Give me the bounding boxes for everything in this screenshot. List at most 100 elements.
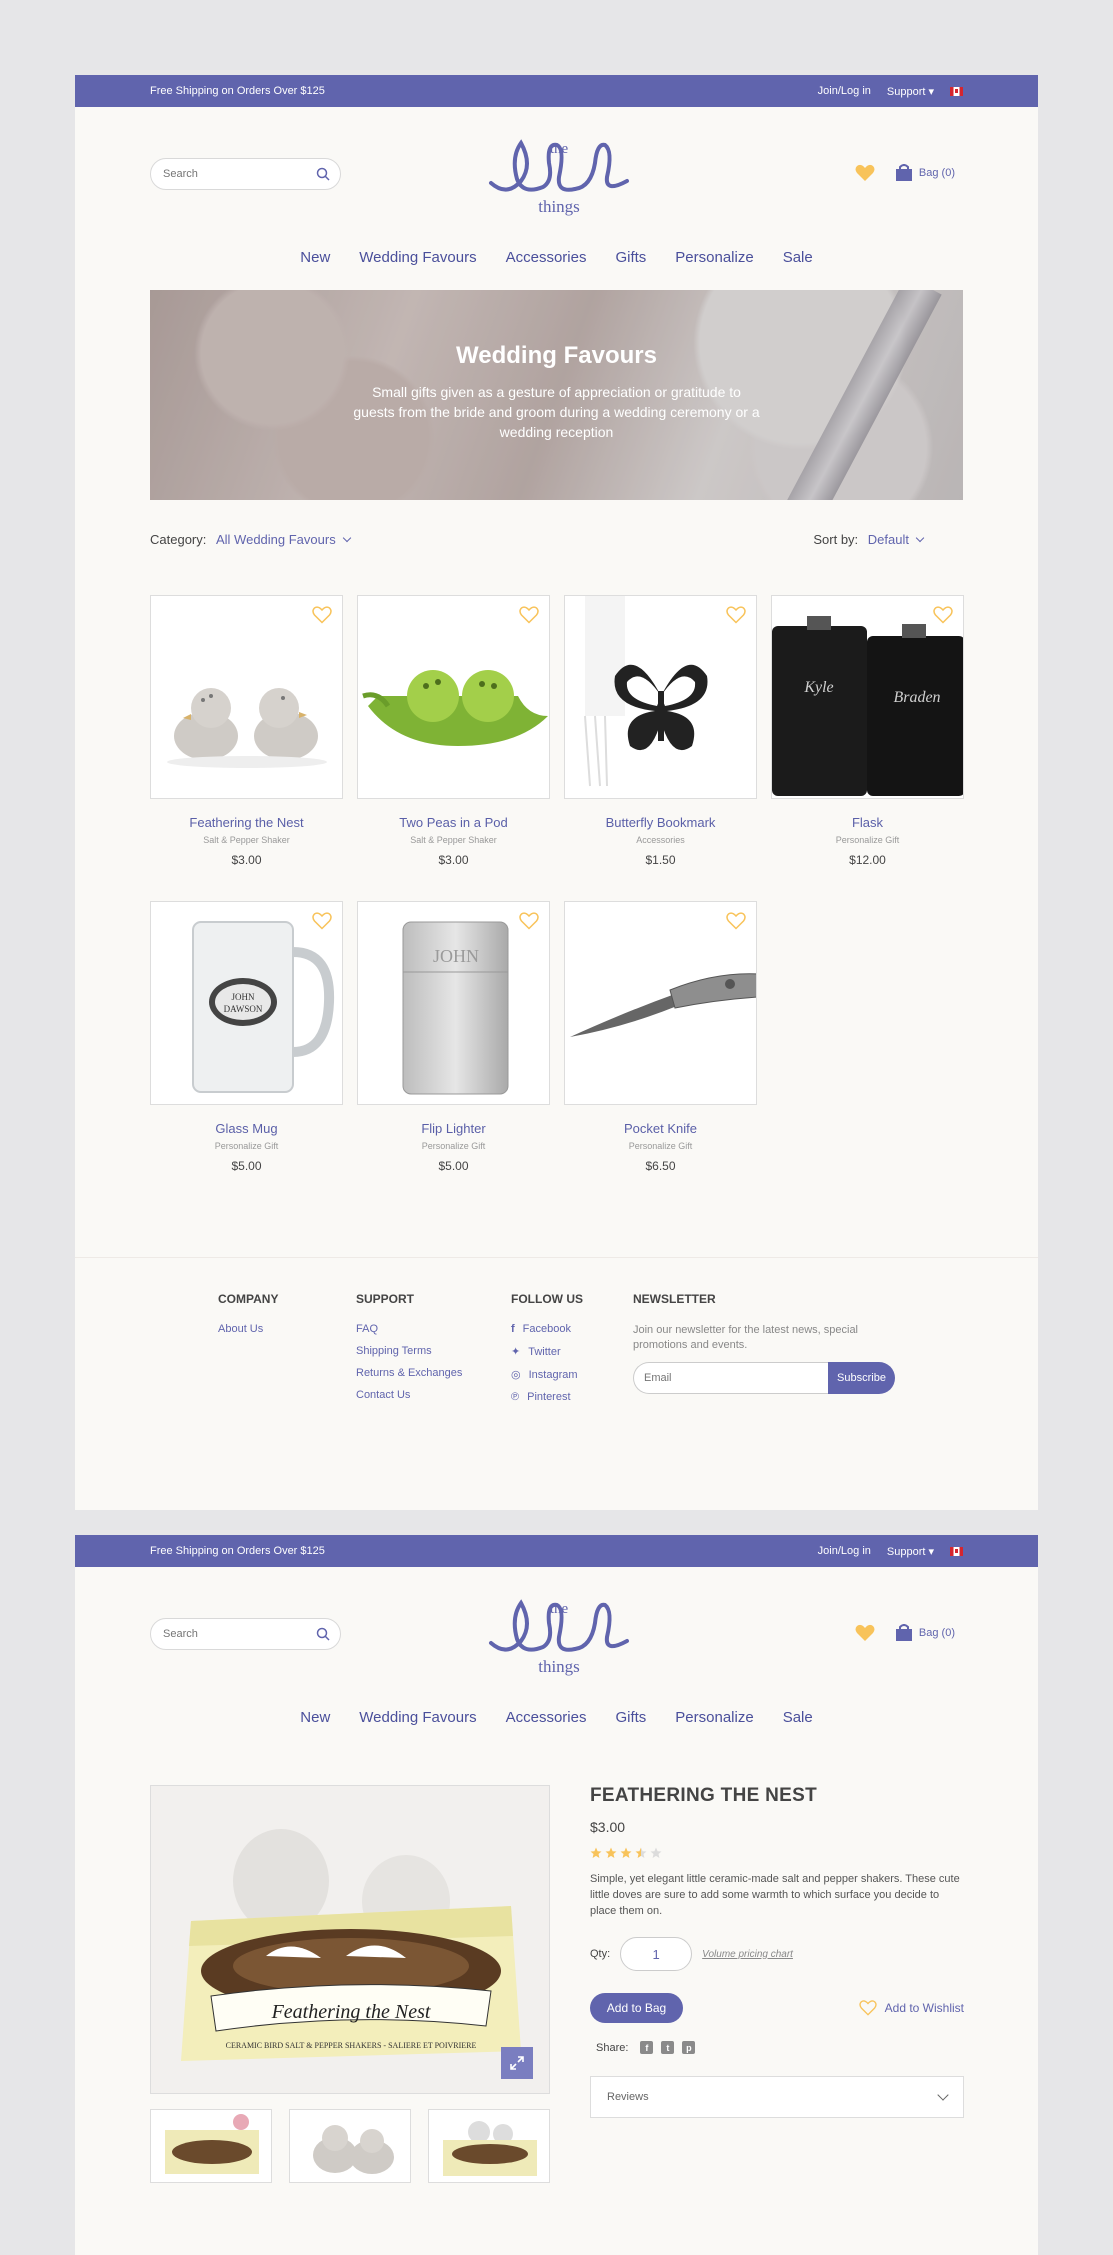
nav-wedding-favours[interactable]: Wedding Favours [359, 249, 476, 266]
login-link[interactable]: Join/Log in [818, 85, 871, 97]
product-name[interactable]: Butterfly Bookmark [564, 815, 757, 830]
footer-link-contact[interactable]: Contact Us [356, 1389, 462, 1401]
product-card[interactable]: JOHN Flip Lighter Personalize Gift $5.00 [357, 901, 550, 1173]
category-filter[interactable]: Category: All Wedding Favours [150, 532, 351, 547]
qty-label: Qty: [590, 1948, 611, 1960]
product-main-image[interactable]: Feathering the Nest CERAMIC BIRD SALT & … [150, 1785, 550, 2094]
product-thumbnail[interactable] [150, 2109, 272, 2183]
product-card[interactable]: Butterfly Bookmark Accessories $1.50 [564, 595, 757, 867]
footer-link-instagram[interactable]: ◎ Instagram [511, 1368, 583, 1382]
footer-link-shipping-terms[interactable]: Shipping Terms [356, 1345, 462, 1357]
product-card[interactable]: JOHN DAWSON Glass Mug Personalize Gift $… [150, 901, 343, 1173]
product-card[interactable]: Pocket Knife Personalize Gift $6.50 [564, 901, 757, 1173]
search-input[interactable] [163, 168, 316, 180]
expand-image-button[interactable] [501, 2047, 533, 2079]
add-to-wishlist-button[interactable]: Add to Wishlist [858, 2000, 964, 2016]
nav-wedding-favours[interactable]: Wedding Favours [359, 1709, 476, 1726]
logo[interactable]: the things [487, 135, 631, 225]
product-image[interactable]: JOHN [357, 901, 550, 1105]
heart-icon[interactable] [312, 912, 332, 930]
sort-filter[interactable]: Sort by: Default [813, 532, 925, 547]
bag-button[interactable]: Bag (0) [895, 164, 955, 182]
mug-engraving-1: JOHN [231, 992, 255, 1002]
nav-new[interactable]: New [300, 1709, 330, 1726]
heart-icon[interactable] [519, 606, 539, 624]
product-name[interactable]: Flip Lighter [357, 1121, 550, 1136]
footer-link-about-us[interactable]: About Us [218, 1323, 278, 1335]
pinterest-icon[interactable]: p [682, 2041, 696, 2054]
canada-flag-icon[interactable] [950, 1546, 963, 1556]
product-description: Simple, yet elegant little ceramic-made … [590, 1873, 960, 1917]
category-value[interactable]: All Wedding Favours [216, 532, 336, 547]
login-link[interactable]: Join/Log in [818, 1545, 871, 1557]
newsletter-email-input[interactable] [633, 1362, 828, 1394]
product-image[interactable]: JOHN DAWSON [150, 901, 343, 1105]
product-price: $5.00 [438, 1159, 469, 1173]
product-name[interactable]: Two Peas in a Pod [357, 815, 550, 830]
product-name[interactable]: Flask [771, 815, 964, 830]
support-menu[interactable]: Support ▾ [887, 1545, 934, 1558]
search-box[interactable] [150, 158, 341, 190]
twitter-icon[interactable]: t [661, 2041, 675, 2054]
search-box[interactable] [150, 1618, 341, 1650]
filter-bar: Category: All Wedding Favours Sort by: D… [75, 500, 1038, 547]
canada-flag-icon[interactable] [950, 86, 963, 96]
footer-link-faq[interactable]: FAQ [356, 1323, 462, 1335]
star-icon [605, 1847, 617, 1858]
product-price: $6.50 [645, 1159, 676, 1173]
product-name[interactable]: Feathering the Nest [150, 815, 343, 830]
product-thumbnail[interactable] [289, 2109, 411, 2183]
sort-value[interactable]: Default [868, 532, 909, 547]
logo[interactable]: the things [487, 1595, 631, 1685]
product-card[interactable]: Feathering the Nest Salt & Pepper Shaker… [150, 595, 343, 867]
nav-sale[interactable]: Sale [783, 249, 813, 266]
product-image[interactable] [357, 595, 550, 799]
footer-link-facebook[interactable]: f Facebook [511, 1323, 583, 1335]
heart-icon[interactable] [519, 912, 539, 930]
category-label: Category: [150, 532, 207, 547]
product-card[interactable]: Two Peas in a Pod Salt & Pepper Shaker $… [357, 595, 550, 867]
product-name[interactable]: Glass Mug [150, 1121, 343, 1136]
rating-stars [590, 1847, 964, 1859]
heart-icon[interactable] [726, 912, 746, 930]
heart-icon[interactable] [726, 606, 746, 624]
product-thumbnail[interactable] [428, 2109, 550, 2183]
chevron-down-icon[interactable] [915, 533, 925, 543]
nav-new[interactable]: New [300, 249, 330, 266]
chevron-down-icon[interactable] [342, 533, 351, 543]
nav-sale[interactable]: Sale [783, 1709, 813, 1726]
footer-link-pinterest[interactable]: ℗ Pinterest [511, 1391, 583, 1403]
bag-button[interactable]: Bag (0) [895, 1624, 955, 1642]
facebook-icon[interactable]: f [640, 2041, 654, 2054]
product-card[interactable]: Kyle Braden Flask Personalize Gift $12.0… [771, 595, 964, 867]
heart-icon[interactable] [312, 606, 332, 624]
nav-personalize[interactable]: Personalize [675, 1709, 753, 1726]
search-icon[interactable] [316, 1627, 330, 1641]
product-image[interactable] [564, 595, 757, 799]
footer-link-returns[interactable]: Returns & Exchanges [356, 1367, 462, 1379]
nav-accessories[interactable]: Accessories [506, 249, 587, 266]
header: the things Bag (0) [75, 107, 1038, 242]
reviews-accordion[interactable]: Reviews [590, 2076, 964, 2118]
star-icon [650, 1847, 662, 1858]
nav-gifts[interactable]: Gifts [615, 1709, 646, 1726]
volume-pricing-link[interactable]: Volume pricing chart [702, 1949, 793, 1960]
product-image[interactable] [150, 595, 343, 799]
search-input[interactable] [163, 1628, 316, 1640]
add-to-bag-button[interactable]: Add to Bag [590, 1993, 683, 2023]
wishlist-heart-icon[interactable] [855, 164, 875, 182]
heart-icon[interactable] [933, 606, 953, 624]
wishlist-heart-icon[interactable] [855, 1624, 875, 1642]
nav-gifts[interactable]: Gifts [615, 249, 646, 266]
search-icon[interactable] [316, 167, 330, 181]
quantity-input[interactable]: 1 [620, 1937, 693, 1971]
footer-link-twitter[interactable]: ✦ Twitter [511, 1345, 583, 1359]
product-image[interactable] [564, 901, 757, 1105]
nav-personalize[interactable]: Personalize [675, 249, 753, 266]
footer-heading: SUPPORT [356, 1292, 415, 1306]
product-name[interactable]: Pocket Knife [564, 1121, 757, 1136]
support-menu[interactable]: Support ▾ [887, 85, 934, 98]
nav-accessories[interactable]: Accessories [506, 1709, 587, 1726]
product-image[interactable]: Kyle Braden [771, 595, 964, 799]
subscribe-button[interactable]: Subscribe [828, 1362, 895, 1394]
